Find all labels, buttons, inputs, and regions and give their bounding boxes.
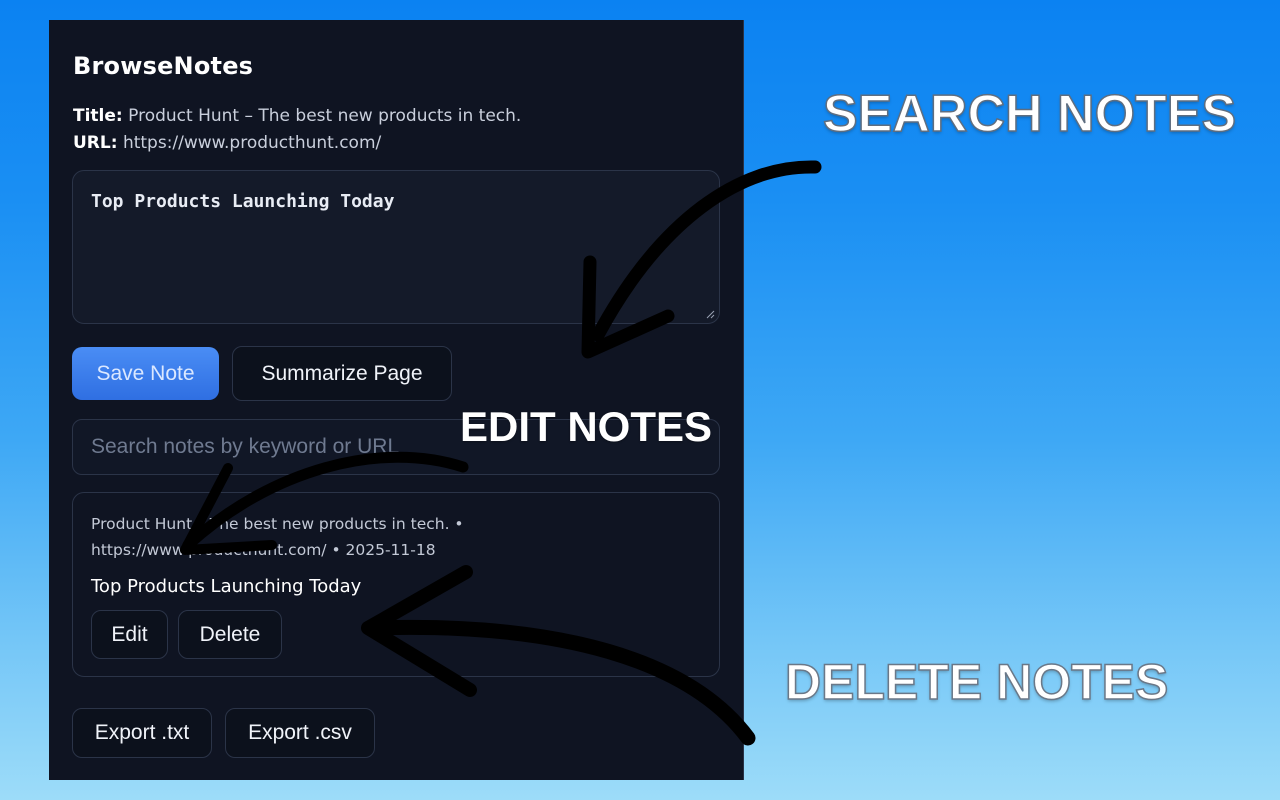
url-label: URL:: [73, 133, 118, 153]
note-textarea-value: Top Products Launching Today: [91, 191, 395, 212]
note-meta-title: Product Hunt – The best new products in …: [91, 515, 464, 533]
search-notes-callout: SEARCH NOTES: [822, 84, 1237, 144]
delete-notes-callout: DELETE NOTES: [784, 653, 1169, 711]
note-content: Top Products Launching Today: [91, 576, 362, 597]
browsenotes-panel: BrowseNotes Title: Product Hunt – The be…: [49, 20, 744, 780]
page-title-info: Title: Product Hunt – The best new produ…: [73, 106, 521, 126]
save-note-button[interactable]: Save Note: [72, 347, 219, 400]
note-meta-url-date: https://www.producthunt.com/ • 2025-11-1…: [91, 541, 436, 559]
title-label: Title:: [73, 106, 123, 126]
note-textarea[interactable]: Top Products Launching Today: [72, 170, 720, 324]
page-url-info: URL: https://www.producthunt.com/: [73, 133, 381, 153]
note-card: Product Hunt – The best new products in …: [72, 492, 720, 677]
summarize-page-button[interactable]: Summarize Page: [232, 346, 452, 401]
title-value: Product Hunt – The best new products in …: [128, 106, 522, 126]
url-value: https://www.producthunt.com/: [122, 133, 382, 153]
export-csv-button[interactable]: Export .csv: [225, 708, 375, 758]
edit-note-button[interactable]: Edit: [91, 610, 168, 659]
edit-notes-callout: EDIT NOTES: [460, 403, 713, 450]
app-title: BrowseNotes: [73, 52, 254, 80]
delete-note-button[interactable]: Delete: [178, 610, 282, 659]
resize-handle-icon[interactable]: [705, 309, 715, 319]
export-txt-button[interactable]: Export .txt: [72, 708, 212, 758]
